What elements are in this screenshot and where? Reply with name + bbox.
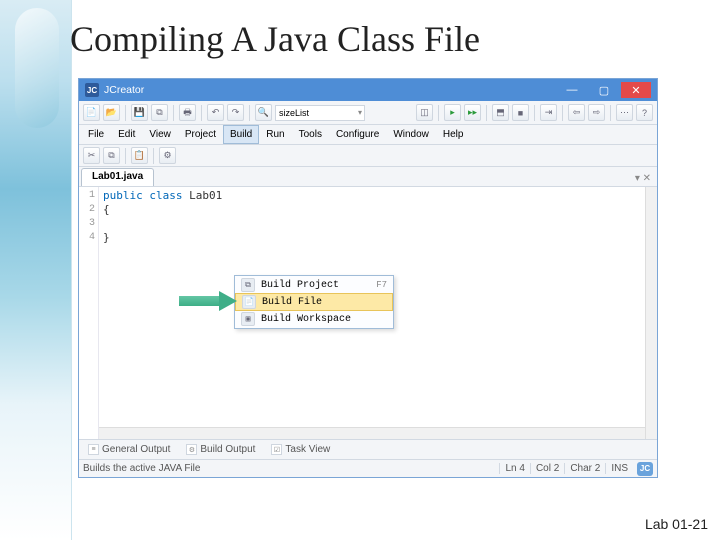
save-all-icon[interactable]: ⧉ <box>151 104 168 121</box>
indent-icon[interactable]: ⇥ <box>540 104 557 121</box>
tab-close-icon[interactable]: ▾ ✕ <box>631 171 655 186</box>
paste-icon[interactable]: 📋 <box>131 147 148 164</box>
help-icon[interactable]: ? <box>636 104 653 121</box>
search-icon[interactable]: 🔍 <box>255 104 272 121</box>
vertical-scrollbar[interactable] <box>645 187 657 439</box>
redo-icon[interactable]: ↷ <box>227 104 244 121</box>
build-output-icon: ⚙ <box>186 444 197 455</box>
status-ins: INS <box>605 463 633 474</box>
debug-icon[interactable]: ▸▸ <box>464 104 481 121</box>
menu-build[interactable]: Build <box>223 125 259 144</box>
menu-help[interactable]: Help <box>436 125 471 144</box>
btab-label: Task View <box>285 444 330 455</box>
document-tab[interactable]: Lab01.java <box>81 168 154 186</box>
titlebar[interactable]: JC JCreator — ▢ ✕ <box>79 79 657 101</box>
btab-label: General Output <box>102 444 170 455</box>
code-editor[interactable]: 1 2 3 4 public class Lab01 { } ⧉ Build P… <box>79 187 657 439</box>
menu-run[interactable]: Run <box>259 125 291 144</box>
dd-build-project[interactable]: ⧉ Build Project F7 <box>235 276 393 294</box>
line-no: 1 <box>79 189 95 203</box>
dd-label: Build File <box>262 297 322 308</box>
tab-general-output[interactable]: ≡General Output <box>82 441 176 458</box>
combo-text: sizeList <box>279 108 309 118</box>
tab-strip: Lab01.java ▾ ✕ <box>79 167 657 187</box>
menu-window[interactable]: Window <box>386 125 436 144</box>
open-icon[interactable]: 📂 <box>103 104 120 121</box>
callout-arrow <box>179 293 239 309</box>
toolbar-combo[interactable]: sizeList <box>275 105 365 121</box>
main-toolbar: 📄 📂 💾 ⧉ 🖶 ↶ ↷ 🔍 sizeList ◫ ▸ ▸▸ ⬒ ■ ⇥ ⇦ <box>79 101 657 125</box>
line-no: 2 <box>79 203 95 217</box>
bottom-panel-tabs: ≡General Output ⚙Build Output ☑Task View <box>79 439 657 459</box>
status-col: Col 2 <box>530 463 564 474</box>
dd-shortcut: F7 <box>376 280 387 290</box>
app-title: JCreator <box>104 84 557 96</box>
new-icon[interactable]: 📄 <box>83 104 100 121</box>
menu-file[interactable]: File <box>81 125 111 144</box>
horizontal-scrollbar[interactable] <box>99 427 645 439</box>
menu-project[interactable]: Project <box>178 125 223 144</box>
slide-decoration <box>0 0 72 540</box>
jc-logo-icon: JC <box>637 462 653 476</box>
status-line: Ln 4 <box>499 463 529 474</box>
status-char: Char 2 <box>564 463 605 474</box>
dd-build-workspace[interactable]: ▣ Build Workspace <box>235 310 393 328</box>
stop-icon[interactable]: ■ <box>512 104 529 121</box>
task-view-icon: ☑ <box>271 444 282 455</box>
menu-tools[interactable]: Tools <box>292 125 329 144</box>
class-icon[interactable]: ◫ <box>416 104 433 121</box>
btab-label: Build Output <box>200 444 255 455</box>
tab-build-output[interactable]: ⚙Build Output <box>180 441 261 458</box>
menu-view[interactable]: View <box>142 125 178 144</box>
step-icon[interactable]: ⬒ <box>492 104 509 121</box>
build-workspace-icon: ▣ <box>241 312 255 326</box>
maximize-button[interactable]: ▢ <box>589 82 619 98</box>
line-no: 4 <box>79 231 95 245</box>
undo-icon[interactable]: ↶ <box>207 104 224 121</box>
copy-icon[interactable]: ⧉ <box>103 147 120 164</box>
tab-task-view[interactable]: ☑Task View <box>265 441 336 458</box>
close-button[interactable]: ✕ <box>621 82 651 98</box>
forward-icon[interactable]: ⇨ <box>588 104 605 121</box>
statusbar: Builds the active JAVA File Ln 4 Col 2 C… <box>79 459 657 477</box>
save-icon[interactable]: 💾 <box>131 104 148 121</box>
cut-icon[interactable]: ✂ <box>83 147 100 164</box>
tool-icon[interactable]: ⚙ <box>159 147 176 164</box>
build-dropdown: ⧉ Build Project F7 📄 Build File ▣ Build … <box>234 275 394 329</box>
back-icon[interactable]: ⇦ <box>568 104 585 121</box>
second-toolbar: ✂ ⧉ 📋 ⚙ <box>79 145 657 167</box>
menubar: File Edit View Project Build Run Tools C… <box>79 125 657 145</box>
app-icon: JC <box>85 83 99 97</box>
dd-build-file[interactable]: 📄 Build File <box>235 293 393 311</box>
print-icon[interactable]: 🖶 <box>179 104 196 121</box>
status-message: Builds the active JAVA File <box>83 463 200 474</box>
build-project-icon: ⧉ <box>241 278 255 292</box>
more-icon[interactable]: ⋯ <box>616 104 633 121</box>
app-window: JC JCreator — ▢ ✕ 📄 📂 💾 ⧉ 🖶 ↶ ↷ 🔍 sizeLi… <box>78 78 658 478</box>
slide-title: Compiling A Java Class File <box>70 18 480 60</box>
run-icon[interactable]: ▸ <box>444 104 461 121</box>
dd-label: Build Workspace <box>261 314 351 325</box>
menu-edit[interactable]: Edit <box>111 125 142 144</box>
menu-configure[interactable]: Configure <box>329 125 386 144</box>
build-file-icon: 📄 <box>242 295 256 309</box>
general-output-icon: ≡ <box>88 444 99 455</box>
line-gutter: 1 2 3 4 <box>79 187 99 439</box>
dd-label: Build Project <box>261 280 339 291</box>
slide-footer: Lab 01-21 <box>645 516 708 532</box>
minimize-button[interactable]: — <box>557 82 587 98</box>
line-no: 3 <box>79 217 95 231</box>
